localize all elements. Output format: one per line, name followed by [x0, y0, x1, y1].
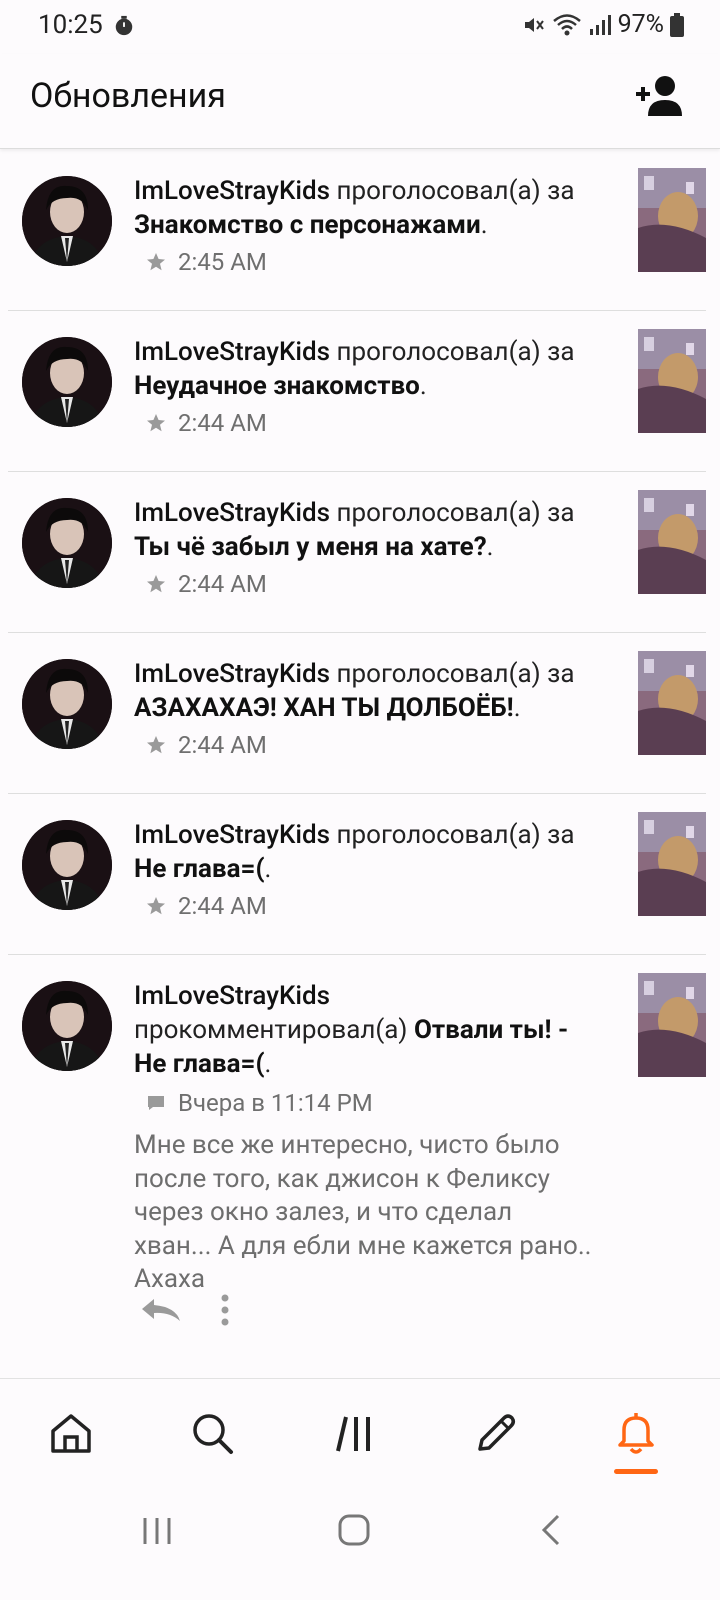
- story-link[interactable]: Ты чё забыл у меня на хате?: [134, 532, 487, 562]
- back-icon[interactable]: [532, 1510, 572, 1550]
- avatar[interactable]: [22, 981, 112, 1071]
- avatar[interactable]: [22, 659, 112, 749]
- username-link[interactable]: ImLoveStrayKids: [134, 176, 330, 206]
- action-text: проголосовал(а): [336, 498, 541, 528]
- avatar[interactable]: [22, 337, 112, 427]
- bell-icon[interactable]: [612, 1409, 660, 1457]
- username-link[interactable]: ImLoveStrayKids: [134, 981, 330, 1011]
- status-time: 10:25: [38, 10, 103, 40]
- recent-apps-icon[interactable]: [137, 1510, 177, 1550]
- list-item[interactable]: ImLoveStrayKids проголосовал(а) за Ты чё…: [8, 472, 706, 633]
- action-text: проголосовал(а): [336, 337, 541, 367]
- comment-icon: [148, 1096, 164, 1110]
- preposition-text: за: [547, 659, 575, 689]
- star-icon: [147, 575, 165, 593]
- username-link[interactable]: ImLoveStrayKids: [134, 337, 330, 367]
- action-text: прокомментировал(а): [134, 1015, 408, 1045]
- star-icon: [147, 736, 165, 754]
- status-bar: 10:25 97%: [0, 0, 720, 54]
- avatar[interactable]: [22, 498, 112, 588]
- page-title: Обновления: [30, 76, 226, 116]
- star-icon: [147, 897, 165, 915]
- preposition-text: за: [547, 498, 575, 528]
- username-link[interactable]: ImLoveStrayKids: [134, 498, 330, 528]
- mute-icon: [524, 17, 544, 32]
- library-icon[interactable]: [332, 1409, 380, 1457]
- bottom-nav: [0, 1378, 720, 1488]
- story-cover-thumbnail[interactable]: [638, 973, 706, 1077]
- list-item[interactable]: ImLoveStrayKids прокомментировал(а) Отва…: [8, 955, 706, 1385]
- story-link[interactable]: АЗАХАХАЭ! ХАН ТЫ ДОЛБОЁБ!: [134, 693, 514, 723]
- list-item[interactable]: ImLoveStrayKids проголосовал(а) за АЗАХА…: [8, 633, 706, 794]
- timer-icon: [115, 15, 133, 36]
- preposition-text: за: [547, 176, 575, 206]
- list-item[interactable]: ImLoveStrayKids проголосовал(а) за Знако…: [8, 150, 706, 311]
- story-link[interactable]: Знакомство с персонажами: [134, 210, 481, 240]
- story-cover-thumbnail[interactable]: [638, 651, 706, 755]
- story-cover-thumbnail[interactable]: [638, 168, 706, 272]
- story-cover-thumbnail[interactable]: [638, 812, 706, 916]
- battery-percent: 97%: [617, 10, 664, 39]
- timestamp: Вчера в 11:14 PM: [178, 1089, 373, 1117]
- avatar[interactable]: [22, 176, 112, 266]
- updates-feed: ImLoveStrayKids проголосовал(а) за Знако…: [0, 150, 720, 1385]
- avatar[interactable]: [22, 820, 112, 910]
- pencil-icon[interactable]: [472, 1409, 520, 1457]
- story-cover-thumbnail[interactable]: [638, 329, 706, 433]
- battery-icon: [670, 12, 684, 37]
- timestamp: 2:44 AM: [178, 731, 267, 759]
- add-user-icon[interactable]: [634, 74, 686, 118]
- username-link[interactable]: ImLoveStrayKids: [134, 820, 330, 850]
- app-header: Обновления: [0, 54, 720, 149]
- home-button-icon[interactable]: [334, 1510, 374, 1550]
- active-tab-indicator: [614, 1469, 658, 1474]
- story-cover-thumbnail[interactable]: [638, 490, 706, 594]
- action-text: проголосовал(а): [336, 820, 541, 850]
- wifi-icon: [552, 13, 581, 35]
- action-text: проголосовал(а): [336, 659, 541, 689]
- timestamp: 2:44 AM: [178, 570, 267, 598]
- list-item[interactable]: ImLoveStrayKids проголосовал(а) за Не гл…: [8, 794, 706, 955]
- username-link[interactable]: ImLoveStrayKids: [134, 659, 330, 689]
- star-icon: [147, 253, 165, 271]
- story-link[interactable]: Не глава=(: [134, 854, 265, 884]
- preposition-text: за: [547, 820, 575, 850]
- list-item[interactable]: ImLoveStrayKids проголосовал(а) за Неуда…: [8, 311, 706, 472]
- star-icon: [147, 414, 165, 432]
- home-icon[interactable]: [47, 1409, 95, 1457]
- timestamp: 2:44 AM: [178, 409, 267, 437]
- preposition-text: за: [547, 337, 575, 367]
- system-nav-bar: [0, 1488, 720, 1600]
- action-text: проголосовал(а): [336, 176, 541, 206]
- timestamp: 2:44 AM: [178, 892, 267, 920]
- search-icon[interactable]: [188, 1409, 236, 1457]
- story-link[interactable]: Неудачное знакомство: [134, 371, 420, 401]
- signal-icon: [589, 14, 611, 35]
- comment-text: Мне все же интересно, чисто было после т…: [134, 1130, 592, 1294]
- reply-icon[interactable]: [138, 1295, 182, 1325]
- more-options-icon[interactable]: [220, 1293, 230, 1327]
- timestamp: 2:45 AM: [178, 248, 267, 276]
